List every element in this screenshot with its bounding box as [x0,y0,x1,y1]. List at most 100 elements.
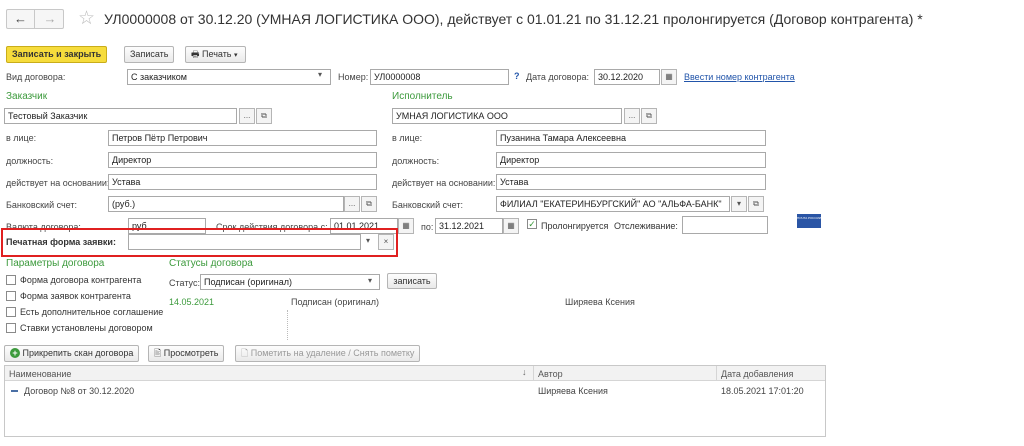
print-label: Печать [202,49,232,59]
tracking-label: Отслеживание: [614,221,678,231]
files-table: Наименование ↓ Автор Дата добавления Дог… [4,365,826,437]
prolong-checkbox[interactable]: ✓ [527,219,537,229]
select-executor-button[interactable]: ... [624,108,640,124]
column-header[interactable]: Автор [538,368,563,380]
customer-bank-label: Банковский счет: [6,200,78,210]
open-executor-bank-icon[interactable]: ⧉ [748,196,764,212]
status-label: Статус: [169,278,200,288]
executor-bank-field[interactable]: ФИЛИАЛ "ЕКАТЕРИНБУРГСКИЙ" АО "АЛЬФА-БАНК… [496,196,730,212]
back-arrow-icon[interactable]: ← [7,10,35,28]
param-label: Форма заявок контрагента [20,291,131,301]
calendar-icon[interactable]: ▦ [503,218,519,234]
print-form-field[interactable] [128,234,361,250]
customer-person-label: в лице: [6,133,37,143]
window-title: УЛ0000008 от 30.12.20 (УМНАЯ ЛОГИСТИКА О… [104,11,923,27]
chevron-down-icon[interactable]: ▾ [366,236,370,245]
customer-header: Заказчик [6,91,48,102]
calendar-icon[interactable]: ▦ [398,218,414,234]
save-button[interactable]: Записать [124,46,175,63]
param-checkbox[interactable] [6,323,16,333]
printer-icon: 🖶 [191,49,200,59]
customer-field[interactable]: Тестовый Заказчик [4,108,237,124]
number-label: Номер: [338,72,369,82]
statuses-header: Статусы договора [169,258,253,269]
executor-person-field[interactable]: Пузанина Тамара Алексеевна [496,130,766,146]
mark-delete-label: Пометить на удаление / Снять пометку [250,348,415,358]
row-marker-icon [11,390,18,392]
param-label: Есть дополнительное соглашение [20,307,164,317]
russian-post-logo: ПОЧТА РОССИИ [797,214,821,228]
file-date: 18.05.2021 17:01:20 [721,386,804,396]
chevron-down-icon[interactable]: ▾ [318,70,322,79]
file-author: Ширяева Ксения [538,386,608,396]
mark-delete-icon: 🗋 [241,348,249,358]
contract-type-field[interactable]: С заказчиком [127,69,331,85]
table-header: Наименование ↓ Автор Дата добавления [5,366,825,381]
customer-basis-label: действует на основании: [6,178,110,188]
contract-type-label: Вид договора: [6,72,66,82]
view-button[interactable]: 🖹 Просмотреть [148,345,225,362]
help-icon[interactable]: ? [514,70,520,82]
executor-basis-field[interactable]: Устава [496,174,766,190]
executor-position-field[interactable]: Директор [496,152,766,168]
print-button[interactable]: 🖶 Печать ▾ [185,46,246,63]
attach-scan-label: Прикрепить скан договора [22,348,134,358]
executor-bank-dropdown[interactable]: ▾ [731,196,747,212]
customer-basis-field[interactable]: Устава [108,174,377,190]
view-label: Просмотреть [163,348,219,358]
term-to-label: по: [421,222,434,232]
open-customer-bank-icon[interactable]: ⧉ [361,196,377,212]
status-row-status: Подписан (оригинал) [291,297,379,307]
open-executor-icon[interactable]: ⧉ [641,108,657,124]
executor-person-label: в лице: [392,133,423,143]
param-checkbox[interactable] [6,307,16,317]
save-and-close-button[interactable]: Записать и закрыть [6,46,108,63]
params-header: Параметры договора [6,258,105,269]
attach-scan-button[interactable]: + Прикрепить скан договора [4,345,140,362]
open-customer-icon[interactable]: ⧉ [256,108,272,124]
contract-date-label: Дата договора: [526,72,589,82]
print-form-label: Печатная форма заявки: [6,237,116,247]
customer-bank-field[interactable]: (руб.) [108,196,344,212]
table-row[interactable]: Договор №8 от 30.12.2020 Ширяева Ксения … [5,383,825,399]
mark-delete-button[interactable]: 🗋 Пометить на удаление / Снять пометку [235,345,421,362]
nav-buttons: ← → [6,9,64,29]
tracking-field[interactable] [682,216,768,234]
favorite-star-icon[interactable]: ☆ [78,7,95,30]
customer-person-field[interactable]: Петров Пётр Петрович [108,130,377,146]
sort-down-icon[interactable]: ↓ [522,367,527,377]
forward-arrow-icon[interactable]: → [36,10,64,28]
column-header[interactable]: Дата добавления [721,368,793,380]
executor-header: Исполнитель [392,91,453,102]
param-checkbox[interactable] [6,291,16,301]
customer-position-field[interactable]: Директор [108,152,377,168]
executor-basis-label: действует на основании: [392,178,496,188]
column-header[interactable]: Наименование [9,368,71,380]
calendar-icon[interactable]: ▦ [661,69,677,85]
column-divider [716,366,717,381]
enter-number-link[interactable]: Ввести номер контрагента [684,71,795,83]
column-divider [533,366,534,381]
status-save-button[interactable]: записать [387,273,437,289]
plus-circle-icon: + [10,348,20,358]
clear-icon[interactable]: × [378,234,394,250]
executor-field[interactable]: УМНАЯ ЛОГИСТИКА ООО [392,108,622,124]
contract-date-field[interactable]: 30.12.2020 [594,69,660,85]
status-field[interactable]: Подписан (оригинал) [200,274,380,290]
number-field[interactable]: УЛ0000008 [370,69,509,85]
prolong-label: Пролонгируется [541,221,609,231]
view-icon: 🖹 [154,348,162,358]
file-name: Договор №8 от 30.12.2020 [24,386,135,396]
term-to-field[interactable]: 31.12.2021 [435,218,503,234]
select-customer-bank-button[interactable]: ... [344,196,360,212]
select-customer-button[interactable]: ... [239,108,255,124]
param-checkbox[interactable] [6,275,16,285]
chevron-down-icon[interactable]: ▾ [368,276,372,285]
status-divider [287,310,288,340]
chevron-down-icon: ▾ [234,52,238,59]
status-row-author: Ширяева Ксения [565,297,635,307]
customer-position-label: должность: [6,156,54,166]
param-label: Форма договора контрагента [20,275,142,285]
executor-position-label: должность: [392,156,440,166]
status-row-date: 14.05.2021 [169,297,215,307]
